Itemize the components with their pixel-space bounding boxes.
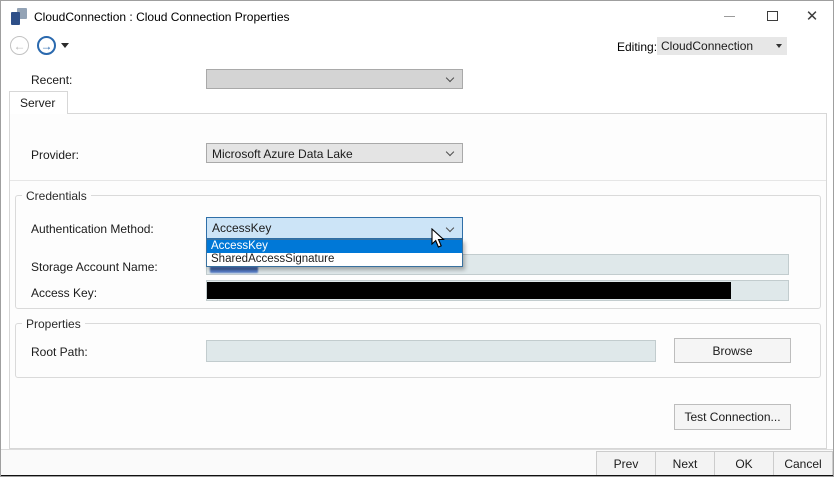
credentials-group-label: Credentials — [22, 189, 91, 203]
access-key-label: Access Key: — [31, 286, 97, 300]
ok-button[interactable]: OK — [714, 451, 774, 476]
app-icon-front-cube — [11, 12, 20, 25]
app-icon — [11, 8, 28, 25]
authentication-method-combobox[interactable]: AccessKey — [206, 217, 463, 239]
test-connection-button[interactable]: Test Connection... — [674, 404, 791, 430]
editing-value: CloudConnection — [661, 39, 753, 53]
nav-history-caret-icon[interactable] — [61, 43, 69, 48]
editing-dropdown[interactable]: CloudConnection — [657, 37, 787, 55]
window-title: CloudConnection : Cloud Connection Prope… — [34, 10, 290, 24]
section-divider — [10, 180, 826, 181]
storage-account-name-label: Storage Account Name: — [31, 260, 158, 274]
authentication-method-label: Authentication Method: — [31, 222, 154, 236]
chevron-down-icon — [446, 224, 454, 232]
chevron-down-icon — [446, 148, 454, 156]
close-button[interactable]: ✕ — [796, 4, 828, 28]
cloud-connection-properties-window: CloudConnection : Cloud Connection Prope… — [0, 0, 834, 477]
dropdown-option-sharedaccesssignature[interactable]: SharedAccessSignature — [207, 253, 462, 266]
authentication-method-value: AccessKey — [212, 221, 271, 235]
provider-dropdown[interactable]: Microsoft Azure Data Lake — [206, 143, 463, 163]
redaction-bar — [207, 282, 731, 299]
back-button[interactable]: ← — [10, 36, 29, 55]
maximize-button[interactable] — [756, 4, 788, 28]
provider-label: Provider: — [31, 148, 79, 162]
properties-group-label: Properties — [22, 317, 85, 331]
chevron-down-icon — [776, 44, 782, 48]
forward-button[interactable]: → — [37, 36, 56, 55]
browse-button[interactable]: Browse — [674, 338, 791, 363]
recent-label: Recent: — [31, 73, 72, 87]
tab-server[interactable]: Server — [9, 91, 68, 114]
authentication-method-dropdown-list: AccessKey SharedAccessSignature — [206, 239, 463, 267]
close-icon: ✕ — [806, 9, 819, 24]
back-arrow-icon: ← — [14, 39, 26, 53]
mouse-cursor — [431, 228, 446, 250]
titlebar: CloudConnection : Cloud Connection Prope… — [1, 1, 833, 31]
forward-arrow-icon: → — [41, 39, 53, 53]
minimize-button[interactable] — [713, 4, 745, 28]
access-key-input[interactable] — [206, 280, 789, 301]
recent-dropdown[interactable] — [206, 69, 463, 89]
next-button[interactable]: Next — [655, 451, 715, 476]
root-path-input[interactable] — [206, 340, 656, 362]
footer: Prev Next OK Cancel — [1, 450, 834, 476]
root-path-label: Root Path: — [31, 345, 88, 359]
chevron-down-icon — [446, 74, 454, 82]
maximize-icon — [767, 11, 778, 21]
editing-label: Editing: — [617, 40, 657, 54]
dropdown-option-accesskey[interactable]: AccessKey — [207, 240, 462, 253]
cancel-button[interactable]: Cancel — [773, 451, 833, 476]
minimize-icon — [724, 16, 735, 17]
provider-value: Microsoft Azure Data Lake — [212, 147, 353, 161]
prev-button[interactable]: Prev — [596, 451, 656, 476]
